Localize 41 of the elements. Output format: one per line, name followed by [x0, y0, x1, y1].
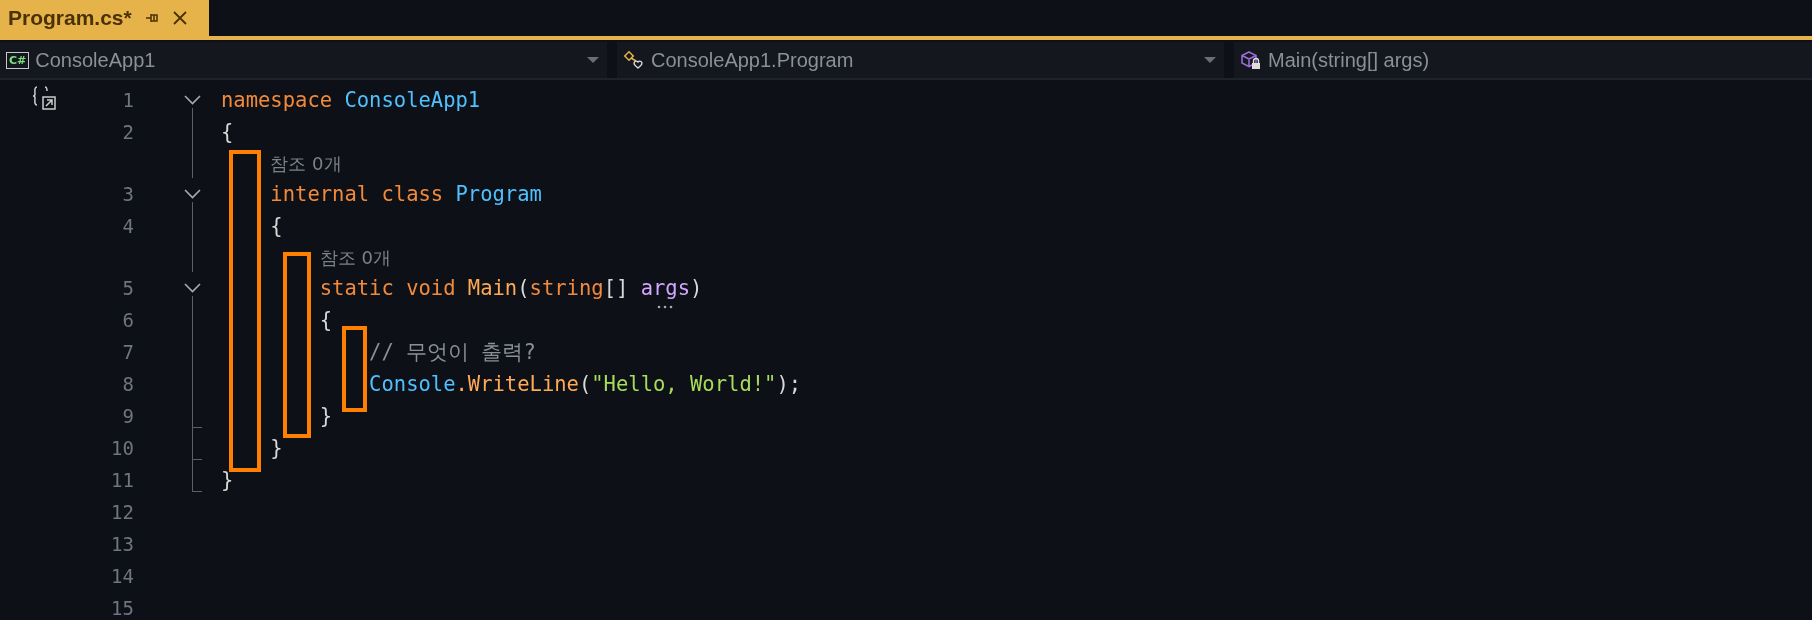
line-number: 1 [121, 89, 134, 111]
editor-tab[interactable]: Program.cs* [0, 0, 209, 36]
line-number: 2 [121, 121, 134, 143]
line-number: 4 [121, 215, 134, 237]
code-line: { [221, 120, 235, 144]
code-line: } [221, 468, 235, 492]
reference-count[interactable]: 참조 0개 [221, 150, 342, 176]
collapse-chevron-icon[interactable] [184, 189, 201, 199]
suggestion-dots-icon[interactable] [656, 305, 673, 309]
navigation-dropdown[interactable]: C# ConsoleApp1 [0, 42, 607, 78]
code-line: { [318, 308, 334, 332]
code-line: } [318, 404, 334, 428]
collapse-chevron-icon[interactable] [184, 283, 201, 293]
code-line: { [269, 214, 284, 238]
language-badge: C# [6, 51, 30, 69]
line-number: 15 [110, 597, 134, 619]
line-number: 9 [121, 405, 134, 427]
code-snippet-icon[interactable] [30, 84, 58, 112]
code-line: static void Main(string[] args) [221, 276, 1812, 300]
cube-lock-icon [1240, 50, 1262, 70]
close-icon[interactable] [171, 10, 188, 26]
code-line: internal class Program [269, 182, 543, 206]
line-number: 11 [110, 469, 134, 491]
line-number: 7 [121, 341, 134, 363]
line-number: 5 [121, 277, 134, 299]
reference-count[interactable]: 참조 0개 [221, 244, 391, 270]
collapse-chevron-icon[interactable] [184, 95, 201, 105]
code-line: namespace ConsoleApp1 [221, 88, 482, 112]
navigation-dropdown[interactable]: Main(string[] args) [1234, 42, 1812, 78]
code-line: } [269, 436, 284, 460]
line-number: 6 [121, 309, 134, 331]
line-number: 8 [121, 373, 134, 395]
line-number: 13 [110, 533, 134, 555]
line-number: 3 [121, 183, 134, 205]
code-line: // 무엇이 출력? [368, 339, 537, 366]
line-number: 10 [110, 437, 134, 459]
line-number: 14 [110, 565, 134, 587]
code-line: Console.WriteLine("Hello, World!"); [368, 372, 803, 396]
navigation-dropdown[interactable]: ConsoleApp1.Program [617, 42, 1224, 78]
class-icon [623, 50, 645, 70]
line-number: 12 [110, 501, 134, 523]
